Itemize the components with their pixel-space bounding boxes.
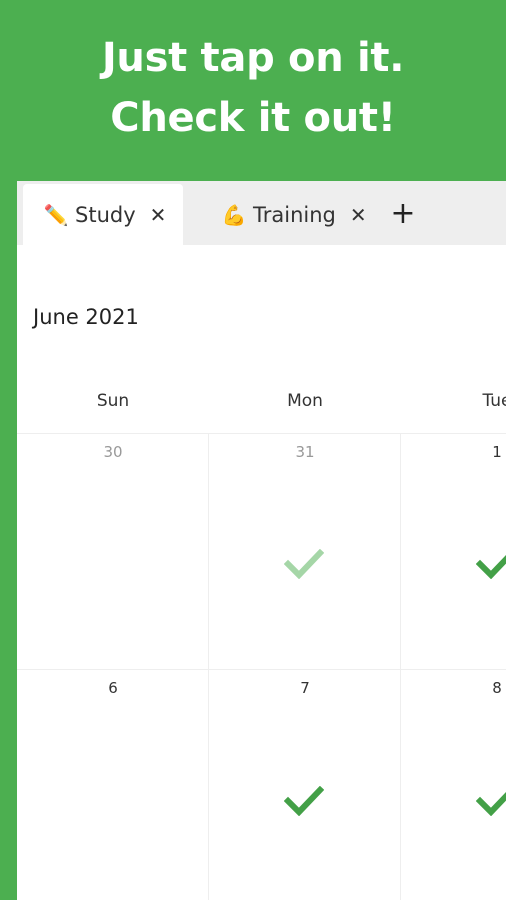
check-icon: [284, 549, 324, 579]
add-tab-button[interactable]: +: [385, 196, 421, 232]
day-number: 30: [103, 443, 123, 461]
day-number: 1: [492, 443, 502, 461]
headline-line-1: Just tap on it.: [101, 35, 405, 81]
weekday-tue: Tue: [482, 391, 506, 411]
flexed-biceps-icon: 💪: [221, 202, 247, 227]
day-number: 7: [300, 679, 310, 697]
pencil-icon: ✏️: [43, 202, 69, 227]
day-number: 6: [108, 679, 118, 697]
day-cell[interactable]: [17, 670, 208, 900]
day-cell[interactable]: [209, 670, 400, 900]
close-icon[interactable]: ✕: [350, 203, 367, 227]
check-icon: [476, 786, 506, 816]
day-cell[interactable]: [17, 434, 208, 669]
headline-line-2: Check it out!: [110, 95, 396, 141]
screen: Just tap on it. Check it out! ✏️ Study ✕…: [0, 0, 506, 900]
weekday-mon: Mon: [287, 391, 323, 411]
close-icon[interactable]: ✕: [150, 203, 167, 227]
app-window: ✏️ Study ✕ 💪 Training ✕ + June 2021 Sun …: [17, 181, 506, 900]
tab-training-label: Training: [253, 202, 336, 227]
day-cell[interactable]: [401, 670, 506, 900]
day-number: 31: [295, 443, 315, 461]
tab-study[interactable]: ✏️ Study ✕: [23, 184, 183, 245]
check-icon: [476, 549, 506, 579]
promo-headline: Just tap on it. Check it out!: [0, 28, 506, 148]
tab-training[interactable]: 💪 Training ✕: [201, 184, 371, 245]
check-icon: [284, 786, 324, 816]
tab-bar: ✏️ Study ✕ 💪 Training ✕ +: [17, 181, 506, 245]
month-title: June 2021: [33, 305, 139, 329]
day-number: 8: [492, 679, 502, 697]
weekday-sun: Sun: [96, 391, 130, 411]
weekday-header: Sun Mon Tue: [17, 391, 506, 423]
tab-study-label: Study: [75, 202, 136, 227]
